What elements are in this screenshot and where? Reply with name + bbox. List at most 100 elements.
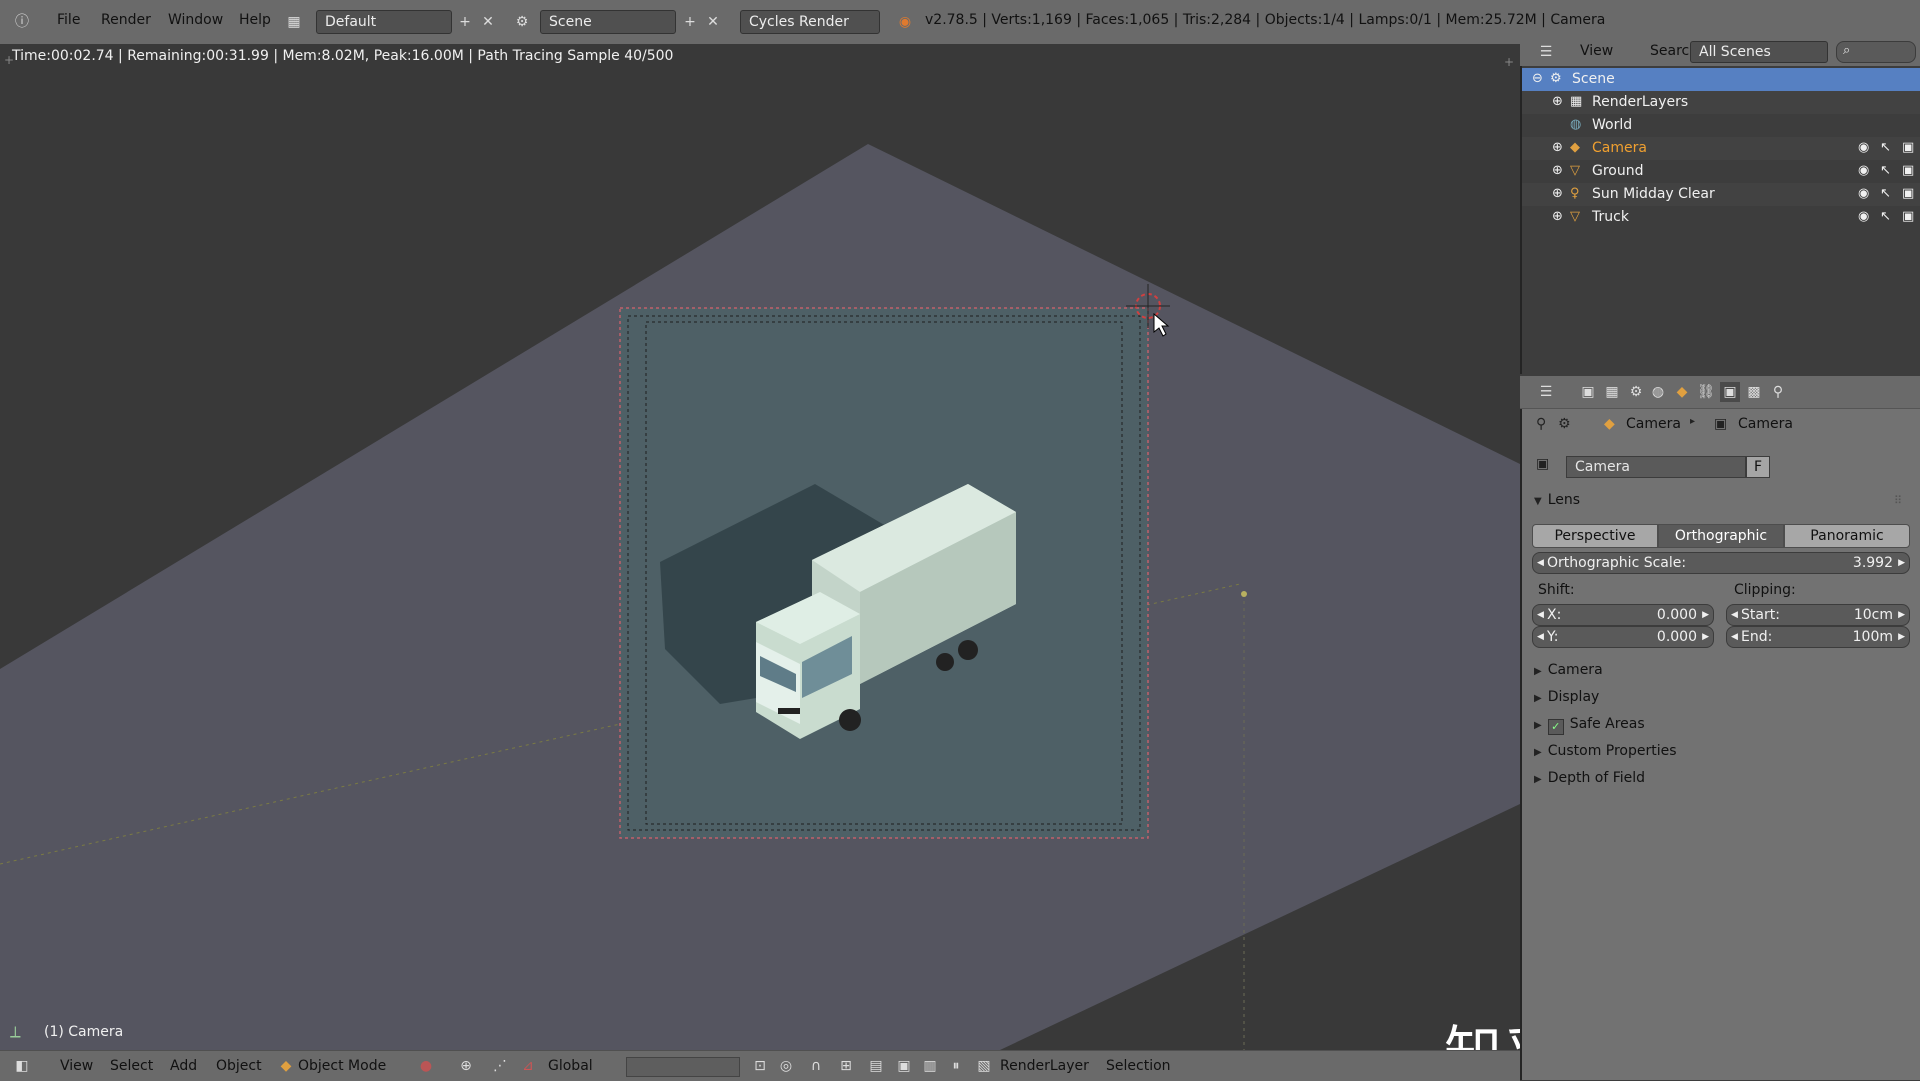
outliner-item-renderlayers[interactable]: ⊕ ▦ RenderLayers (1522, 91, 1920, 114)
outliner-search-input[interactable]: ⌕ (1836, 41, 1916, 63)
increment-arrow-icon[interactable]: ▶ (1898, 605, 1905, 625)
shading-sphere-icon[interactable]: ● (416, 1056, 436, 1076)
shift-x-field[interactable]: ◀ X: 0.000 ▶ (1532, 604, 1714, 626)
renderable-camera-icon[interactable]: ▣ (1902, 209, 1914, 224)
snap-icon[interactable]: ∩ (806, 1056, 826, 1076)
mode-select[interactable]: Object Mode (298, 1058, 386, 1074)
physics-tab-icon[interactable]: ⚲ (1768, 382, 1788, 402)
transform-orientation-icon[interactable]: ⊿ (518, 1056, 538, 1076)
pin-icon[interactable]: ⚲ (1536, 416, 1546, 432)
selectable-cursor-icon[interactable]: ↖ (1880, 163, 1891, 178)
expand-icon[interactable]: ⊕ (1552, 209, 1563, 224)
3d-viewport[interactable]: + + Time:00:02.74 | Remaining:00:31.99 |… (0, 44, 1520, 1050)
visibility-eye-icon[interactable]: ◉ (1858, 140, 1869, 155)
menu-help[interactable]: Help (239, 12, 271, 28)
decrement-arrow-icon[interactable]: ◀ (1537, 553, 1544, 573)
remove-scene-icon[interactable]: ✕ (703, 12, 723, 32)
add-scene-icon[interactable]: + (680, 12, 700, 32)
object-tab-icon[interactable]: ◆ (1672, 382, 1692, 402)
pivot-icon[interactable]: ⊕ (456, 1056, 476, 1076)
render-tab-icon[interactable]: ▣ (1578, 382, 1598, 402)
panel-drag-handle-icon[interactable]: ⠿ (1894, 494, 1902, 507)
lens-panoramic-button[interactable]: Panoramic (1784, 524, 1910, 548)
render-preview-icon[interactable]: ▤ (866, 1056, 886, 1076)
menu-add[interactable]: Add (170, 1058, 197, 1074)
outliner-item-truck[interactable]: ⊕ ▽ Truck ◉ ↖ ▣ (1522, 206, 1920, 229)
outliner-display-select[interactable]: All Scenes (1690, 41, 1828, 63)
screen-layout-icon[interactable]: ▦ (284, 12, 304, 32)
outliner-editor-icon[interactable]: ☰ (1536, 42, 1556, 62)
datablock-browse-icon[interactable]: ▣ (1536, 456, 1549, 472)
menu-select[interactable]: Select (110, 1058, 153, 1074)
decrement-arrow-icon[interactable]: ◀ (1731, 627, 1738, 647)
clip-end-field[interactable]: ◀ End: 100m ▶ (1726, 626, 1910, 648)
proportional-edit-icon[interactable]: ◎ (776, 1056, 796, 1076)
world-tab-icon[interactable]: ◍ (1648, 382, 1668, 402)
renderable-camera-icon[interactable]: ▣ (1902, 163, 1914, 178)
visibility-eye-icon[interactable]: ◉ (1858, 186, 1869, 201)
menu-render[interactable]: Render (101, 12, 151, 28)
decrement-arrow-icon[interactable]: ◀ (1731, 605, 1738, 625)
manipulator-icon[interactable]: ⋰ (490, 1056, 510, 1076)
render-layers-tab-icon[interactable]: ▦ (1602, 382, 1622, 402)
opengl-render-icon[interactable]: ▣ (894, 1056, 914, 1076)
collapse-icon[interactable]: ⊖ (1532, 71, 1543, 86)
properties-editor-icon[interactable]: ☰ (1536, 382, 1556, 402)
expand-icon[interactable]: ⊕ (1552, 140, 1563, 155)
menu-window[interactable]: Window (168, 12, 223, 28)
constraints-tab-icon[interactable]: ⛓ (1696, 382, 1716, 402)
depth-of-field-panel-header[interactable]: ▶ Depth of Field (1534, 770, 1645, 786)
clip-start-field[interactable]: ◀ Start: 10cm ▶ (1726, 604, 1910, 626)
renderable-camera-icon[interactable]: ▣ (1902, 186, 1914, 201)
lock-layers-icon[interactable]: ⊡ (750, 1056, 770, 1076)
outliner-item-sun[interactable]: ⊕ ♀ Sun Midday Clear ◉ ↖ ▣ (1522, 183, 1920, 206)
camera-panel-header[interactable]: ▶ Camera (1534, 662, 1603, 678)
safe-areas-checkbox[interactable]: ✓ (1547, 719, 1564, 735)
animation-render-icon[interactable]: ▥ (920, 1056, 940, 1076)
expand-icon[interactable]: ⊕ (1552, 94, 1563, 109)
outliner-item-world[interactable]: ◍ World (1522, 114, 1920, 137)
selectable-cursor-icon[interactable]: ↖ (1880, 209, 1891, 224)
editor-type-icon[interactable]: ◧ (12, 1056, 32, 1076)
renderable-camera-icon[interactable]: ▣ (1902, 140, 1914, 155)
screen-layout-select[interactable]: Default (316, 10, 452, 34)
display-panel-header[interactable]: ▶ Display (1534, 689, 1599, 705)
texture-tab-icon[interactable]: ▩ (1744, 382, 1764, 402)
orientation-select[interactable]: Global (548, 1058, 593, 1074)
scene-icon[interactable]: ⚙ (512, 12, 532, 32)
selectable-cursor-icon[interactable]: ↖ (1880, 140, 1891, 155)
outliner-menu-view[interactable]: View (1580, 43, 1613, 59)
layer-buttons[interactable] (626, 1057, 740, 1077)
scene-select[interactable]: Scene (540, 10, 676, 34)
pause-icon[interactable]: ⏸ (946, 1056, 966, 1076)
camera-data-tab-icon[interactable]: ▣ (1720, 382, 1740, 402)
menu-object[interactable]: Object (216, 1058, 262, 1074)
menu-view[interactable]: View (60, 1058, 93, 1074)
ortho-scale-field[interactable]: ◀ Orthographic Scale: 3.992 ▶ (1532, 552, 1910, 574)
expand-icon[interactable]: ⊕ (1552, 186, 1563, 201)
render-engine-select[interactable]: Cycles Render (740, 10, 880, 34)
decrement-arrow-icon[interactable]: ◀ (1537, 605, 1544, 625)
outliner-item-camera[interactable]: ⊕ ◆ Camera ◉ ↖ ▣ (1522, 137, 1920, 160)
increment-arrow-icon[interactable]: ▶ (1898, 553, 1905, 573)
menu-file[interactable]: File (57, 12, 80, 28)
safe-areas-panel-header[interactable]: ▶ ✓ Safe Areas (1534, 716, 1645, 735)
lens-orthographic-button[interactable]: Orthographic (1658, 524, 1784, 548)
remove-screen-icon[interactable]: ✕ (478, 12, 498, 32)
visibility-eye-icon[interactable]: ◉ (1858, 209, 1869, 224)
increment-arrow-icon[interactable]: ▶ (1898, 627, 1905, 647)
render-layer-select[interactable]: RenderLayer (1000, 1058, 1089, 1074)
scene-tab-icon[interactable]: ⚙ (1626, 382, 1646, 402)
decrement-arrow-icon[interactable]: ◀ (1537, 627, 1544, 647)
datablock-name-field[interactable]: Camera (1566, 456, 1746, 478)
outliner-item-scene[interactable]: ⊖ ⚙ Scene (1522, 68, 1920, 91)
fake-user-button[interactable]: F (1746, 456, 1770, 478)
shift-y-field[interactable]: ◀ Y: 0.000 ▶ (1532, 626, 1714, 648)
increment-arrow-icon[interactable]: ▶ (1702, 627, 1709, 647)
add-screen-icon[interactable]: + (455, 12, 475, 32)
lens-perspective-button[interactable]: Perspective (1532, 524, 1658, 548)
info-editor-icon[interactable]: ⓘ (12, 12, 32, 32)
expand-icon[interactable]: ⊕ (1552, 163, 1563, 178)
visibility-eye-icon[interactable]: ◉ (1858, 163, 1869, 178)
snap-target-icon[interactable]: ⊞ (836, 1056, 856, 1076)
